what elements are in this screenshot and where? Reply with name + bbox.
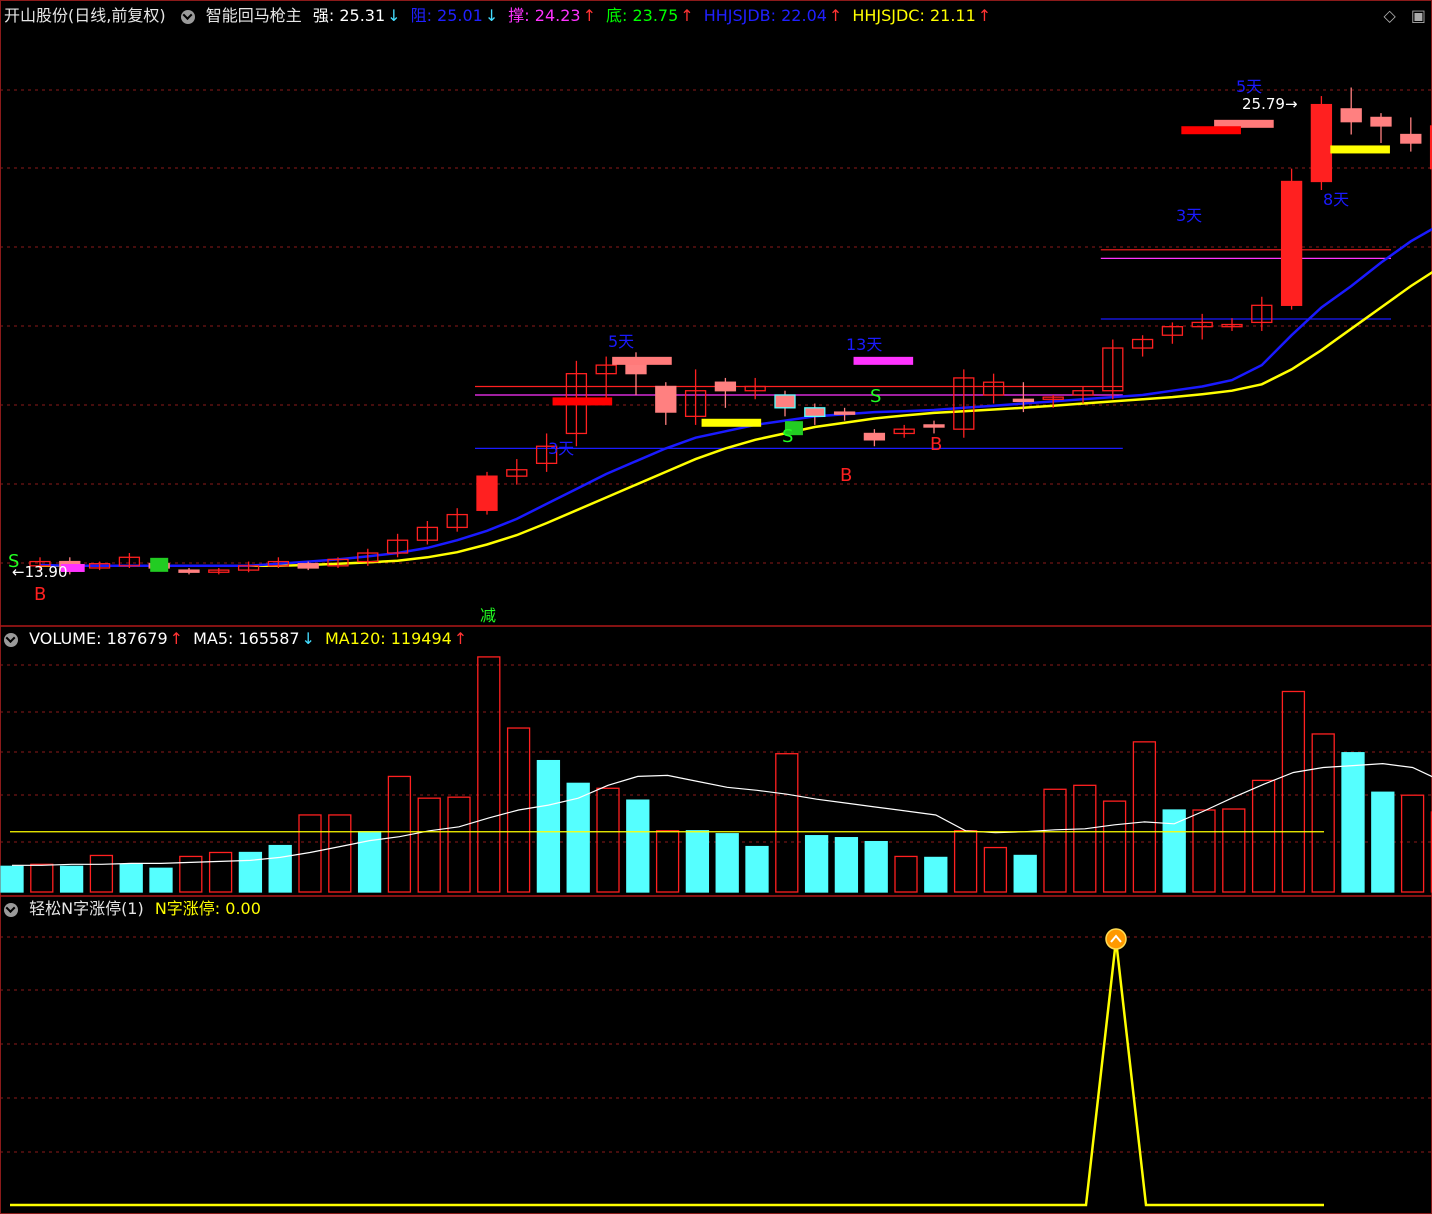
volume-bar xyxy=(1281,690,1306,893)
volume-bar xyxy=(0,865,24,893)
buy-marker: B xyxy=(840,465,852,486)
candle-body xyxy=(774,394,796,409)
volume-bar xyxy=(1073,784,1097,893)
volume-bar xyxy=(89,854,114,893)
chart-border xyxy=(0,0,1432,1214)
days-label: 3天 xyxy=(1176,206,1202,225)
volume-bar xyxy=(596,787,620,893)
volume-bar xyxy=(804,835,829,893)
volume-bar xyxy=(149,867,173,893)
volume-bar xyxy=(1222,808,1246,893)
stock-chart-window: 开山股份(日线,前复权) 智能回马枪主 强: 25.31 ↓ 阻: 25.01 ↓ 撑:… xyxy=(0,0,1432,1214)
volume-bar xyxy=(715,833,739,893)
days-label: 3天 xyxy=(548,439,574,458)
days-label: 8天 xyxy=(1323,190,1349,209)
volume-bar xyxy=(685,830,710,893)
volume-bar xyxy=(268,844,292,893)
volume-bar xyxy=(447,796,471,893)
candle-body xyxy=(804,407,826,418)
volume-bar xyxy=(655,830,680,893)
candle-body xyxy=(1400,133,1422,144)
signal-bar xyxy=(612,356,672,365)
volume-bar xyxy=(1341,752,1365,893)
chart-canvas[interactable]: SB←13.90减SBSB5天3天13天5天3天8天25.79→ xyxy=(0,0,1432,1214)
volume-bar xyxy=(208,851,233,893)
signal-bar xyxy=(701,418,762,427)
volume-bar xyxy=(328,814,352,893)
candle-body xyxy=(833,411,856,415)
volume-bar xyxy=(477,656,501,893)
volume-bar xyxy=(1043,788,1067,893)
signal-bar xyxy=(1330,145,1390,154)
signal-square xyxy=(150,557,169,572)
candle-body xyxy=(178,569,200,573)
ma-blue-line xyxy=(39,227,1432,568)
volume-bar xyxy=(1192,809,1216,893)
volume-bar xyxy=(953,830,978,893)
volume-bar xyxy=(238,851,263,893)
candle-body xyxy=(1370,116,1392,127)
candle-body xyxy=(476,475,498,511)
candle-body xyxy=(655,385,677,413)
reduce-marker: 减 xyxy=(480,606,496,625)
volume-bar xyxy=(864,840,888,893)
days-label: 5天 xyxy=(608,332,634,351)
limit-up-signal-icon xyxy=(1105,928,1127,950)
volume-bar xyxy=(1013,854,1037,893)
candle-body xyxy=(1310,103,1333,183)
candle-body xyxy=(1340,108,1362,123)
candle-body xyxy=(1012,398,1035,403)
volume-bar xyxy=(983,846,1008,893)
sell-marker: S xyxy=(870,386,881,407)
ma-yellow-line xyxy=(40,270,1432,568)
volume-bar xyxy=(745,845,769,893)
candle-body xyxy=(714,381,737,392)
candle-body xyxy=(297,563,319,569)
volume-bar xyxy=(1371,791,1395,893)
signal-bar xyxy=(853,356,914,365)
sell-marker: S xyxy=(782,426,793,447)
candle-body xyxy=(863,432,886,441)
volume-bar xyxy=(834,837,859,893)
volume-bar xyxy=(119,863,143,893)
volume-bar xyxy=(1132,741,1157,893)
volume-bar xyxy=(626,799,650,893)
volume-bar xyxy=(1162,809,1186,893)
volume-bar xyxy=(1400,794,1425,893)
buy-marker: B xyxy=(34,584,46,605)
volume-bar xyxy=(30,863,54,893)
volume-bar xyxy=(1102,800,1127,893)
buy-marker: B xyxy=(930,434,942,455)
signal-bar xyxy=(552,397,613,406)
candle-body xyxy=(923,424,945,428)
candle-body xyxy=(1280,180,1303,306)
high-price-label: 25.79→ xyxy=(1242,95,1298,113)
volume-bar xyxy=(775,753,799,893)
volume-bar xyxy=(894,855,918,893)
volume-bar xyxy=(417,797,441,893)
days-label: 5天 xyxy=(1236,77,1262,96)
volume-bar xyxy=(1311,733,1335,893)
days-label: 13天 xyxy=(846,335,882,354)
low-price-label: ←13.90 xyxy=(12,563,68,581)
volume-bar xyxy=(1251,779,1276,893)
n-limit-up-line xyxy=(10,939,1324,1207)
volume-bar xyxy=(59,865,84,893)
volume-bar xyxy=(924,856,948,893)
signal-bar xyxy=(1181,126,1241,135)
volume-bar xyxy=(536,759,561,893)
volume-bar xyxy=(387,775,412,893)
